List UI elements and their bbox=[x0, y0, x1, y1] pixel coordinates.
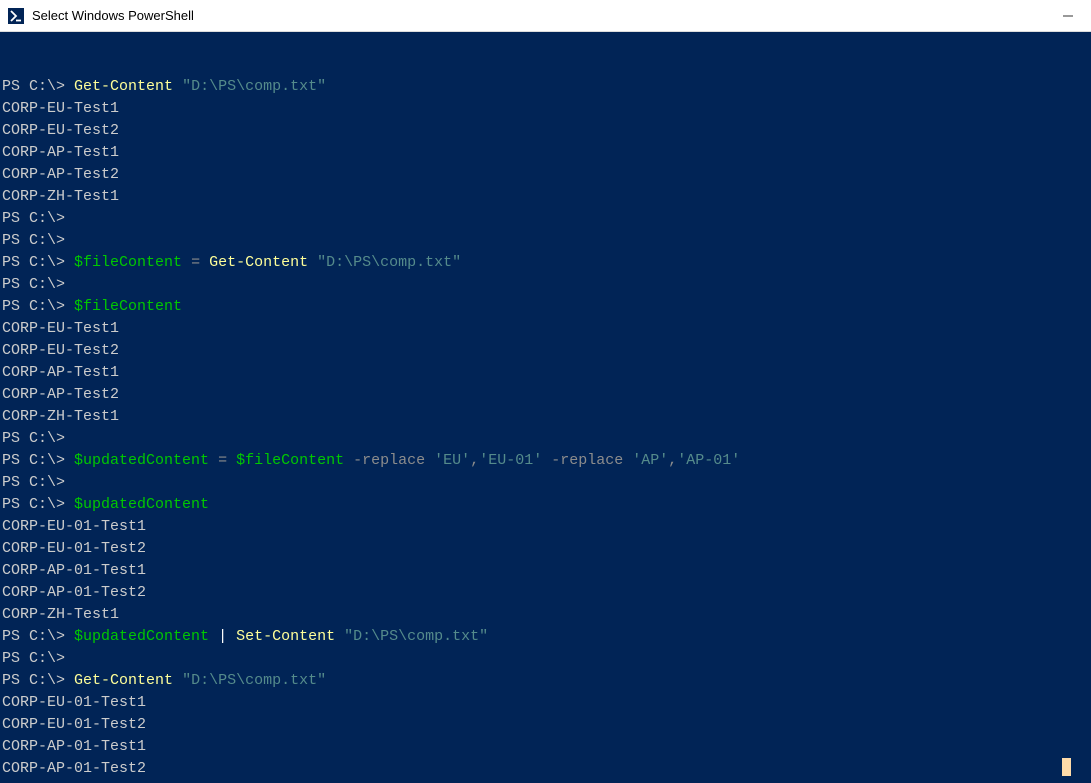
titlebar[interactable]: Select Windows PowerShell bbox=[0, 0, 1091, 32]
output-line: CORP-EU-01-Test2 bbox=[0, 538, 1091, 560]
command-line: PS C:\> $fileContent = Get-Content "D:\P… bbox=[0, 252, 1091, 274]
output-line: CORP-EU-Test2 bbox=[0, 340, 1091, 362]
command-line: PS C:\> $fileContent bbox=[0, 296, 1091, 318]
command-line: PS C:\> bbox=[0, 208, 1091, 230]
output-line: CORP-EU-Test1 bbox=[0, 318, 1091, 340]
command-line: PS C:\> bbox=[0, 648, 1091, 670]
command-line: PS C:\> $updatedContent = $fileContent -… bbox=[0, 450, 1091, 472]
output-line: CORP-EU-Test2 bbox=[0, 120, 1091, 142]
output-line: CORP-AP-Test2 bbox=[0, 164, 1091, 186]
command-line: PS C:\> $updatedContent bbox=[0, 494, 1091, 516]
command-line: PS C:\> bbox=[0, 472, 1091, 494]
output-line: CORP-AP-Test2 bbox=[0, 384, 1091, 406]
powershell-icon bbox=[8, 8, 24, 24]
output-line: CORP-AP-Test1 bbox=[0, 142, 1091, 164]
output-line: CORP-AP-01-Test2 bbox=[0, 582, 1091, 604]
output-line: CORP-AP-01-Test2 bbox=[0, 758, 1091, 780]
command-line: PS C:\> Get-Content "D:\PS\comp.txt" bbox=[0, 670, 1091, 692]
output-line: CORP-AP-01-Test1 bbox=[0, 736, 1091, 758]
terminal-output[interactable]: PS C:\> Get-Content "D:\PS\comp.txt"CORP… bbox=[0, 32, 1091, 783]
output-line: CORP-EU-01-Test1 bbox=[0, 692, 1091, 714]
output-line: CORP-ZH-Test1 bbox=[0, 604, 1091, 626]
output-line: CORP-ZH-Test1 bbox=[0, 186, 1091, 208]
cursor bbox=[1061, 758, 1071, 781]
command-line: PS C:\> $updatedContent | Set-Content "D… bbox=[0, 626, 1091, 648]
output-line: CORP-ZH-Test1 bbox=[0, 406, 1091, 428]
command-line: PS C:\> bbox=[0, 230, 1091, 252]
command-line: PS C:\> Get-Content "D:\PS\comp.txt" bbox=[0, 76, 1091, 98]
output-line: CORP-AP-Test1 bbox=[0, 362, 1091, 384]
window-title: Select Windows PowerShell bbox=[32, 8, 1045, 23]
command-line: PS C:\> bbox=[0, 274, 1091, 296]
minimize-button[interactable] bbox=[1045, 0, 1091, 32]
command-line: PS C:\> bbox=[0, 428, 1091, 450]
output-line: CORP-EU-01-Test1 bbox=[0, 516, 1091, 538]
output-line: CORP-AP-01-Test1 bbox=[0, 560, 1091, 582]
output-line: CORP-EU-01-Test2 bbox=[0, 714, 1091, 736]
output-line: CORP-EU-Test1 bbox=[0, 98, 1091, 120]
